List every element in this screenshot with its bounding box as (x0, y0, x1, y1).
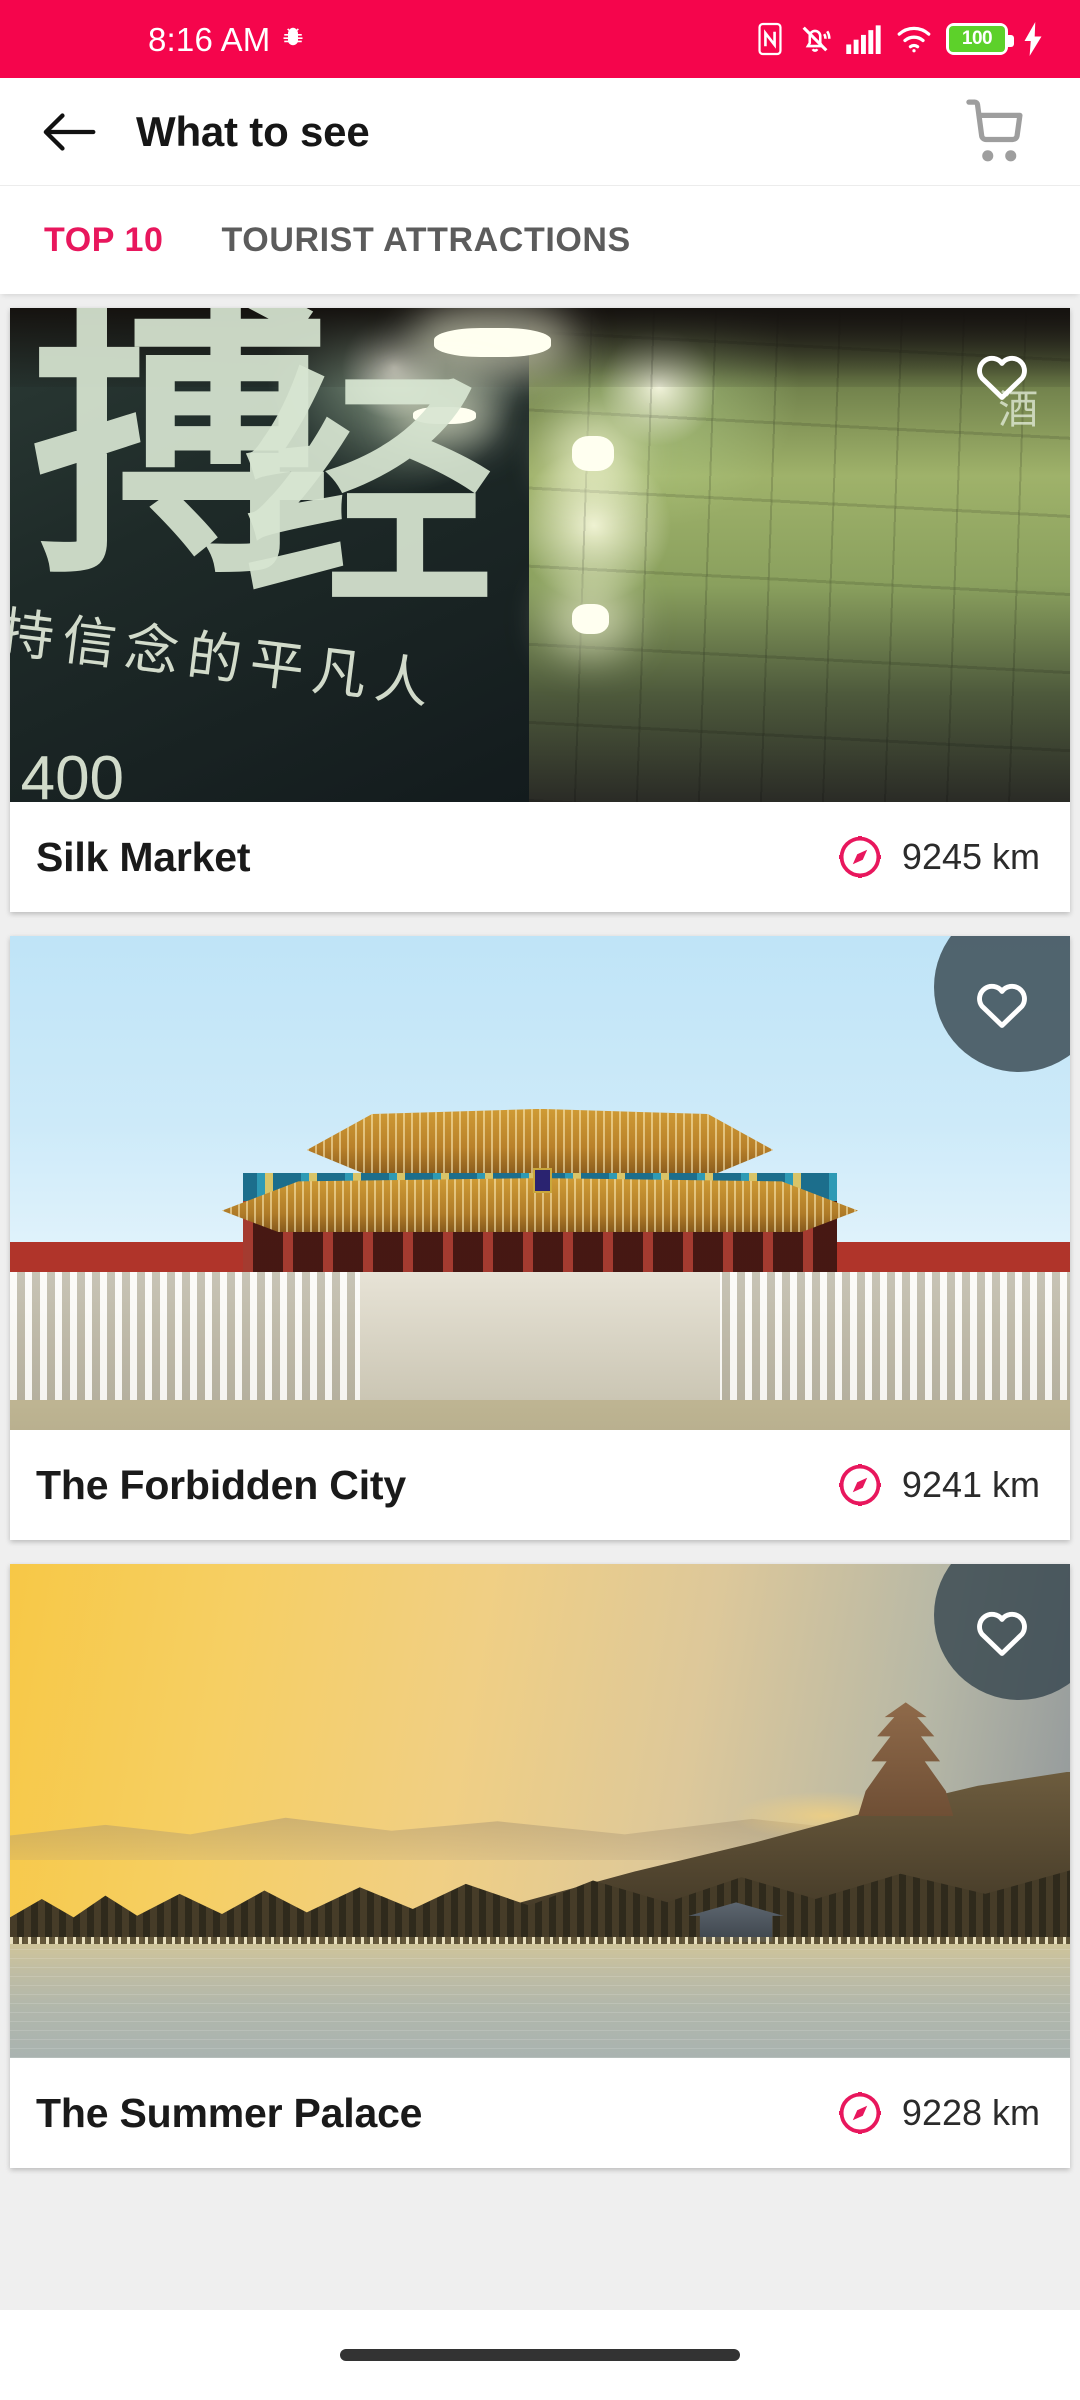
signage-price: 400 (20, 743, 125, 802)
attraction-title: The Summer Palace (36, 2089, 423, 2136)
distance-text: 9241 km (901, 1464, 1040, 1505)
shopping-cart-icon (966, 98, 1023, 161)
distance-text: 9228 km (901, 2092, 1040, 2133)
heart-icon (977, 1611, 1027, 1656)
forbidden-city-image (10, 936, 1070, 1430)
list-item[interactable]: The Summer Palace 9228 km (10, 1564, 1070, 2168)
bug-icon (278, 24, 308, 54)
distance-group: 9245 km (836, 833, 1040, 881)
signage-glyph-2: 经 (243, 345, 494, 640)
nfc-icon (756, 22, 784, 56)
tab-top-10[interactable]: TOP 10 (44, 221, 164, 260)
card-photo-forbidden-city (10, 936, 1070, 1430)
tab-bar: TOP 10 TOURIST ATTRACTIONS (0, 186, 1080, 294)
distance-group: 9228 km (836, 2089, 1040, 2137)
list-item[interactable]: 搏 经 持信念的平凡人 400 酒 Silk Market 9245 km (10, 308, 1070, 912)
cellular-signal-icon (846, 24, 882, 54)
distance-group: 9241 km (836, 1461, 1040, 1509)
battery-icon: 100 (946, 23, 1014, 55)
charging-bolt-icon (1022, 22, 1044, 56)
heart-icon (977, 983, 1027, 1028)
battery-level-text: 100 (949, 26, 1005, 52)
distance-text: 9245 km (901, 836, 1040, 877)
app-bar: What to see (0, 78, 1080, 186)
favorite-button[interactable] (934, 936, 1070, 1072)
attraction-list[interactable]: 搏 经 持信念的平凡人 400 酒 Silk Market 9245 km Th… (0, 294, 1080, 2310)
mute-vibrate-icon (798, 22, 832, 56)
card-meta: Silk Market 9245 km (10, 802, 1070, 912)
wifi-icon (896, 24, 932, 54)
page-title: What to see (136, 107, 370, 155)
heart-icon (977, 355, 1027, 400)
back-button[interactable] (30, 93, 108, 171)
system-navigation-bar (0, 2310, 1080, 2400)
card-meta: The Summer Palace 9228 km (10, 2058, 1070, 2168)
tab-tourist-attractions[interactable]: TOURIST ATTRACTIONS (222, 221, 631, 260)
card-photo-summer-palace (10, 1564, 1070, 2058)
status-clock: 8:16 AM (148, 20, 271, 58)
favorite-button[interactable] (934, 308, 1070, 444)
list-item[interactable]: The Forbidden City 9241 km (10, 936, 1070, 1540)
card-meta: The Forbidden City 9241 km (10, 1430, 1070, 1540)
cart-button[interactable] (956, 90, 1040, 174)
compass-icon (838, 836, 881, 878)
attraction-title: The Forbidden City (36, 1461, 406, 1508)
back-arrow-icon (43, 112, 96, 151)
favorite-button[interactable] (934, 1564, 1070, 1700)
status-bar: 8:16 AM 100 (0, 0, 1080, 78)
compass-icon (838, 1464, 881, 1506)
screen-root: 8:16 AM 100 What to see TOP 10 TOURIST A… (0, 0, 1080, 2400)
attraction-title: Silk Market (36, 833, 251, 880)
status-bar-left: 8:16 AM (0, 23, 308, 56)
home-gesture-pill[interactable] (340, 2349, 740, 2361)
card-photo-silk-market: 搏 经 持信念的平凡人 400 酒 (10, 308, 1070, 802)
status-bar-right: 100 (756, 22, 1044, 56)
silk-market-image: 搏 经 持信念的平凡人 400 酒 (10, 308, 1070, 802)
summer-palace-image (10, 1564, 1070, 2058)
compass-icon (838, 2092, 881, 2134)
